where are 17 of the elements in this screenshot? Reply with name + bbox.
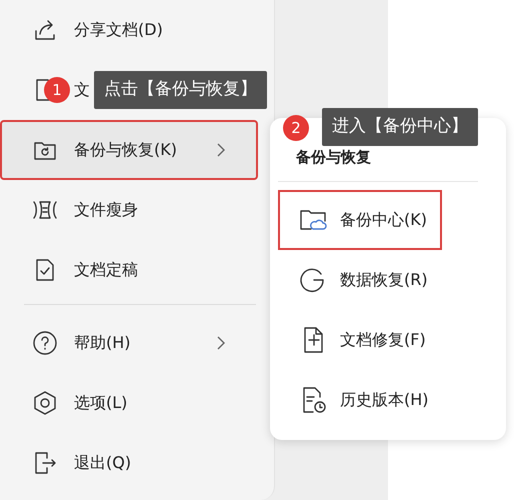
menu-item[interactable]: 文件瘦身 — [0, 180, 258, 240]
submenu-item[interactable]: 文档修复(F) — [278, 310, 442, 370]
menu-item[interactable]: 分享文档(D) — [0, 0, 258, 60]
chevron-right-icon — [216, 335, 226, 351]
callout-tooltip: 点击【备份与恢复】 — [94, 71, 267, 108]
menu-item[interactable]: 退出(Q) — [0, 433, 258, 493]
submenu-item[interactable]: 历史版本(H) — [278, 370, 442, 430]
chevron-right-icon — [216, 142, 226, 158]
menu-item[interactable]: 文档定稿 — [0, 240, 258, 313]
menu-item[interactable]: 备份与恢复(K) — [0, 120, 258, 180]
menu-item[interactable]: 帮助(H) — [0, 313, 258, 373]
submenu-item[interactable]: 数据恢复(R) — [278, 250, 442, 310]
submenu-item[interactable]: 备份中心(K) — [278, 190, 442, 250]
settings-icon — [32, 390, 58, 416]
help-icon — [32, 330, 58, 356]
callout-tooltip: 进入【备份中心】 — [322, 108, 478, 146]
menu-item[interactable]: 选项(L) — [0, 373, 258, 433]
